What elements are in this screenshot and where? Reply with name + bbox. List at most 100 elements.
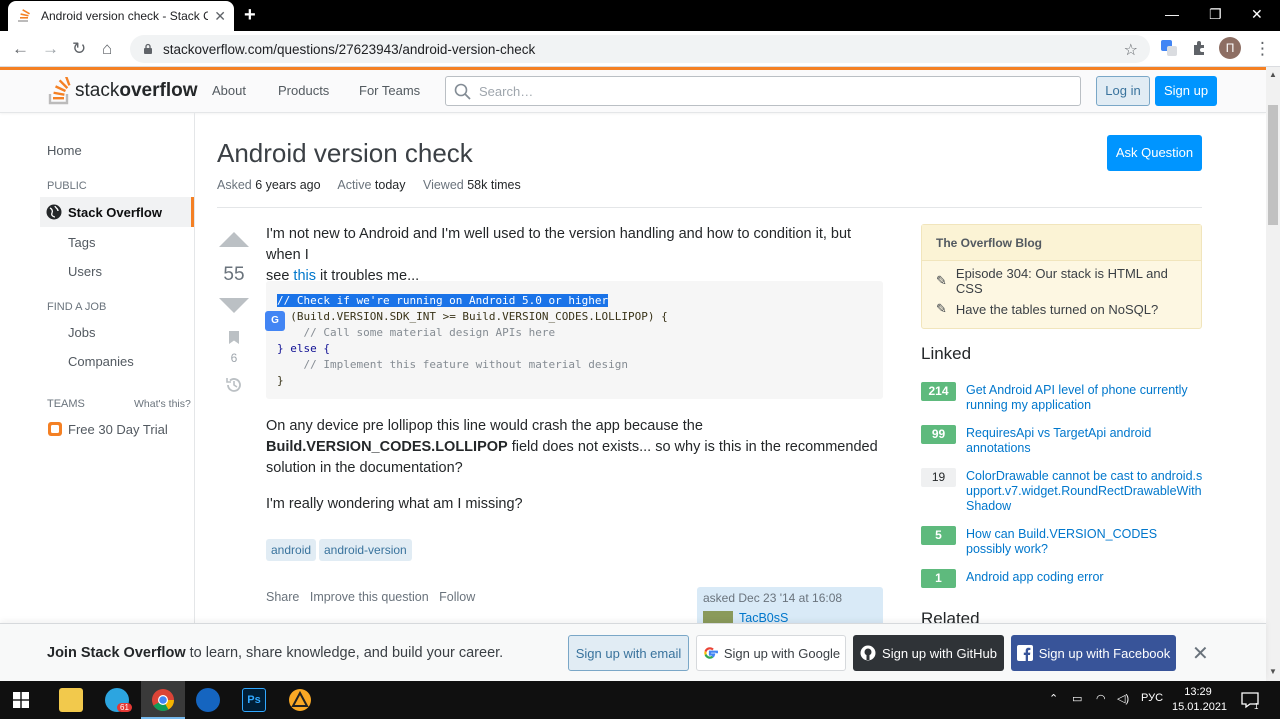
downvote-arrow-icon[interactable] [219,298,249,313]
tag-android-version[interactable]: android-version [319,539,412,561]
code-line: // Call some material design APIs here [277,326,556,339]
code-block[interactable]: // Check if we're running on Android 5.0… [266,281,883,399]
chrome-icon[interactable] [151,688,175,712]
overflow-blog-widget: The Overflow Blog ✎ Episode 304: Our sta… [921,224,1202,329]
signup-email-button[interactable]: Sign up with email [568,635,689,671]
browser-tab-title: Android version check - Stack Ov [41,9,209,23]
left-sidebar: Home PUBLIC Stack Overflow Tags Users FI… [0,113,195,623]
address-bar[interactable]: stackoverflow.com/questions/27623943/and… [130,35,1150,63]
blog-item[interactable]: ✎ Episode 304: Our stack is HTML and CSS [922,266,1201,296]
tray-chevron-up-icon[interactable]: ⌃ [1049,692,1058,705]
search-icon [454,83,471,100]
sidebar-heading-find-a-job: FIND A JOB [47,301,107,313]
file-explorer-icon[interactable] [59,688,83,712]
signup-github-button[interactable]: Sign up with GitHub [853,635,1004,671]
word-app-icon[interactable] [196,688,220,712]
question-meta: Asked 6 years ago Active today Viewed 58… [217,178,521,192]
search-placeholder: Search… [479,83,534,99]
ask-question-button[interactable]: Ask Question [1107,135,1202,171]
window-close-icon[interactable]: ✕ [1251,6,1263,23]
search-input[interactable]: Search… [445,76,1081,106]
volume-icon[interactable]: ◁) [1117,692,1129,705]
browser-menu-icon[interactable]: ⋮ [1254,39,1271,59]
tag-android[interactable]: android [266,539,317,561]
question-title[interactable]: Android version check [217,138,473,169]
sidebar-item-label: Stack Overflow [68,204,162,220]
site-header: stackoverflow About Products For Teams S… [0,70,1266,113]
linked-link[interactable]: ColorDrawable cannot be cast to android.… [966,469,1203,514]
scroll-down-arrow-icon[interactable]: ▼ [1269,667,1277,676]
sidebar-item-companies[interactable]: Companies [68,354,134,369]
extensions-puzzle-icon[interactable] [1190,39,1208,57]
browser-toolbar: ← → ↻ ⌂ stackoverflow.com/questions/2762… [0,31,1280,67]
home-icon[interactable]: ⌂ [102,39,112,59]
nav-for-teams[interactable]: For Teams [359,83,420,98]
sidebar-item-tags[interactable]: Tags [68,235,95,250]
sidebar-item-free-trial[interactable]: Free 30 Day Trial [68,422,168,437]
blog-item[interactable]: ✎ Have the tables turned on NoSQL? [922,295,1201,323]
maximize-icon[interactable]: ❐ [1209,6,1222,23]
site-logo[interactable]: stackoverflow [48,77,197,105]
url-text: stackoverflow.com/questions/27623943/and… [163,41,536,57]
signup-google-button[interactable]: Sign up with Google [696,635,846,671]
linked-link[interactable]: Android app coding error [966,570,1203,585]
signup-facebook-button[interactable]: Sign up with Facebook [1011,635,1176,671]
windows-start-icon[interactable] [13,692,29,708]
signup-button[interactable]: Sign up [1155,76,1217,106]
sidebar-item-users[interactable]: Users [68,264,102,279]
scroll-up-arrow-icon[interactable]: ▲ [1269,70,1277,79]
login-button[interactable]: Log in [1096,76,1150,106]
language-indicator[interactable]: РУС [1141,692,1163,704]
bookmark-icon[interactable] [228,330,240,345]
follow-link[interactable]: Follow [439,590,475,604]
linked-heading: Linked [921,344,972,363]
minimize-icon[interactable]: — [1165,6,1179,22]
close-tab-icon[interactable]: ✕ [214,8,226,25]
blog-heading: The Overflow Blog [922,225,1201,261]
github-icon [860,645,876,661]
notification-count: 1 [1254,702,1259,711]
clock[interactable]: 13:29 15.01.2021 [1172,685,1227,715]
back-icon[interactable]: ← [12,39,29,59]
nav-about[interactable]: About [212,83,246,98]
reload-icon[interactable]: ↻ [72,39,86,59]
photoshop-icon[interactable]: Ps [242,688,266,712]
battery-icon[interactable]: ▭ [1072,692,1082,705]
banner-text: Join Stack Overflow to learn, share know… [47,645,504,661]
scrollbar-thumb[interactable] [1268,105,1278,225]
linked-score: 5 [921,526,956,545]
page-scrollbar[interactable]: ▲ ▼ [1266,67,1280,681]
sidebar-item-jobs[interactable]: Jobs [68,325,95,340]
close-banner-icon[interactable]: ✕ [1192,641,1209,666]
sidebar-item-stack-overflow[interactable]: Stack Overflow [40,197,194,227]
linked-link[interactable]: How can Build.VERSION_CODES possibly wor… [966,527,1203,557]
linked-link[interactable]: RequiresApi vs TargetApi android annotat… [966,426,1203,456]
app-triangle-icon[interactable] [288,688,312,712]
browser-tab[interactable]: Android version check - Stack Ov ✕ [8,1,234,31]
logo-wordmark: stackoverflow [75,80,198,101]
whats-this-link[interactable]: What's this? [134,398,191,410]
code-line-selected: // Check if we're running on Android 5.0… [277,294,609,307]
new-tab-button[interactable]: + [244,4,256,27]
profile-avatar[interactable]: П [1219,37,1241,59]
forward-icon[interactable]: → [42,39,59,59]
google-translate-icon[interactable]: G [265,311,285,331]
wifi-icon[interactable]: ◠ [1096,692,1106,705]
linked-link[interactable]: Get Android API level of phone currently… [966,383,1203,413]
pencil-icon: ✎ [936,273,947,288]
code-line: } else { [277,342,330,355]
code-line: } [277,374,284,387]
post-menu: Share Improve this question Follow [266,590,482,604]
improve-question-link[interactable]: Improve this question [310,590,429,604]
signup-banner: Join Stack Overflow to learn, share know… [0,623,1266,681]
history-icon[interactable] [225,376,243,394]
upvote-arrow-icon[interactable] [219,232,249,247]
linked-score: 19 [921,468,956,487]
nav-products[interactable]: Products [278,83,329,98]
bookmark-star-icon[interactable]: ☆ [1124,40,1138,60]
question-paragraph-3: I'm really wondering what am I missing? [266,496,523,512]
sidebar-item-home[interactable]: Home [47,143,82,158]
divider [217,207,1202,208]
translate-extension-icon[interactable] [1160,39,1178,57]
share-link[interactable]: Share [266,590,299,604]
